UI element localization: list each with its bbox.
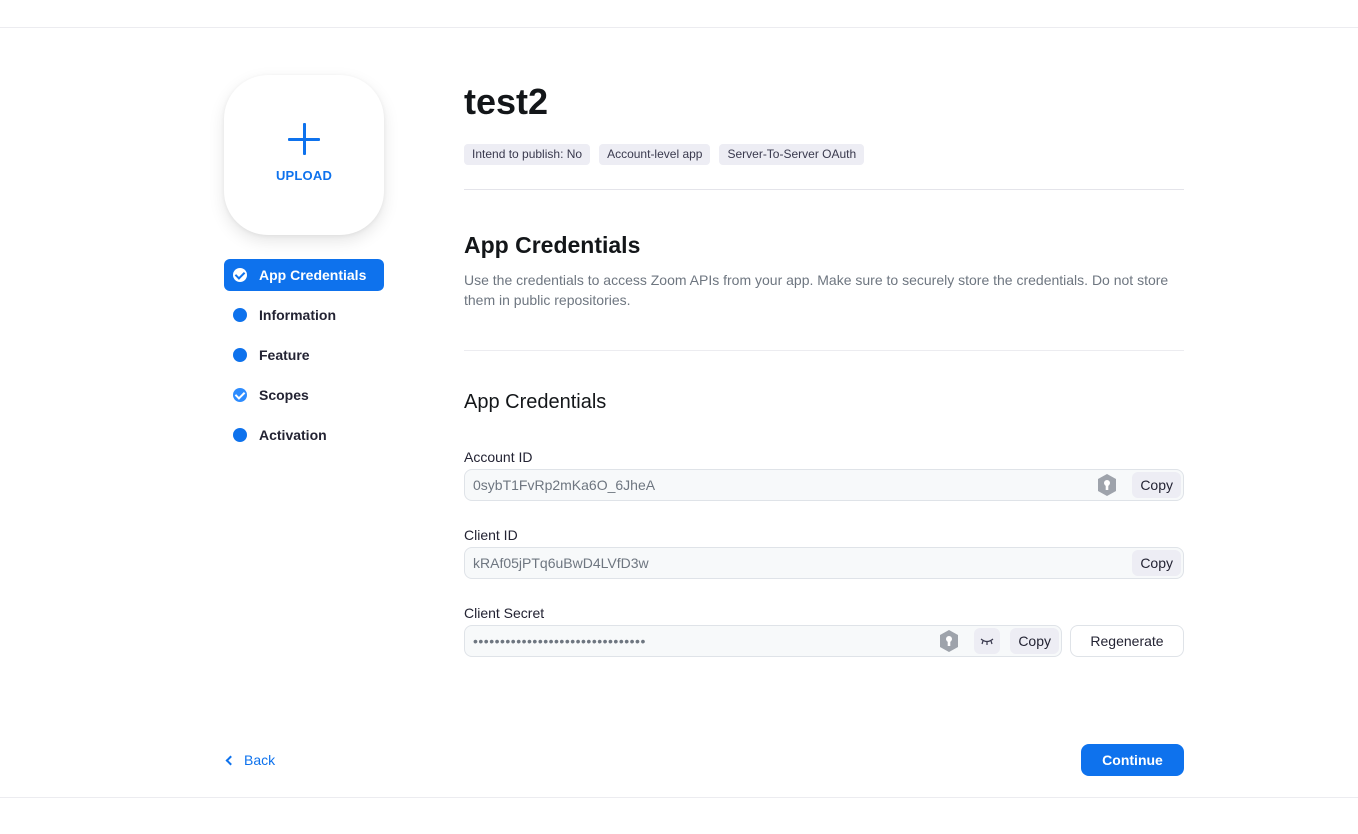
client-id-value[interactable]: kRAf05jPTq6uBwD4LVfD3w <box>465 555 1132 571</box>
step-label: Activation <box>259 427 327 443</box>
top-bar <box>0 0 1358 28</box>
step-navigation: App Credentials Information Feature Scop… <box>224 259 384 459</box>
account-id-label: Account ID <box>464 449 533 465</box>
keyhole-shield-icon <box>1096 473 1118 497</box>
step-feature[interactable]: Feature <box>224 339 384 371</box>
divider <box>464 189 1184 190</box>
client-id-label: Client ID <box>464 527 518 543</box>
keyhole-shield-icon <box>938 629 960 653</box>
client-secret-label: Client Secret <box>464 605 545 621</box>
client-secret-value[interactable]: •••••••••••••••••••••••••••••••• <box>465 633 938 649</box>
section-description: Use the credentials to access Zoom APIs … <box>464 272 1169 308</box>
copy-client-id-button[interactable]: Copy <box>1132 550 1181 576</box>
section-title: App Credentials <box>464 232 641 258</box>
step-information[interactable]: Information <box>224 299 384 331</box>
chevron-left-icon <box>225 755 236 765</box>
step-app-credentials[interactable]: App Credentials <box>224 259 384 291</box>
account-id-value[interactable]: 0sybT1FvRp2mKa6O_6JheA <box>465 477 1096 493</box>
back-link[interactable]: Back <box>224 750 275 770</box>
check-circle-icon <box>233 268 247 282</box>
step-scopes[interactable]: Scopes <box>224 379 384 411</box>
client-secret-field: •••••••••••••••••••••••••••••••• Copy <box>464 625 1062 657</box>
upload-app-icon-button[interactable]: UPLOAD <box>224 75 384 235</box>
dot-icon <box>233 308 247 322</box>
step-label: Information <box>259 307 336 323</box>
app-title: test2 <box>464 81 549 122</box>
plus-icon <box>287 122 321 156</box>
step-label: App Credentials <box>259 267 367 283</box>
divider <box>464 350 1184 351</box>
dot-icon <box>233 428 247 442</box>
back-label: Back <box>244 752 276 768</box>
dot-icon <box>233 348 247 362</box>
step-label: Feature <box>259 347 310 363</box>
copy-client-secret-button[interactable]: Copy <box>1010 628 1059 654</box>
check-circle-icon <box>233 388 247 402</box>
step-activation[interactable]: Activation <box>224 419 384 451</box>
tag-account-level: Account-level app <box>599 144 711 165</box>
app-tags: Intend to publish: No Account-level app … <box>464 144 865 165</box>
tag-app-type: Server-To-Server OAuth <box>719 144 865 165</box>
tag-publish: Intend to publish: No <box>464 144 591 165</box>
credentials-subtitle: App Credentials <box>464 391 607 413</box>
step-label: Scopes <box>259 387 309 403</box>
client-id-field: kRAf05jPTq6uBwD4LVfD3w Copy <box>464 547 1184 579</box>
footer-divider <box>0 797 1358 798</box>
account-id-field: 0sybT1FvRp2mKa6O_6JheA Copy <box>464 469 1184 501</box>
regenerate-button[interactable]: Regenerate <box>1070 625 1184 657</box>
continue-button[interactable]: Continue <box>1081 744 1184 776</box>
upload-label: UPLOAD <box>275 167 333 183</box>
copy-account-id-button[interactable]: Copy <box>1132 472 1181 498</box>
eye-closed-icon[interactable] <box>974 628 1001 654</box>
